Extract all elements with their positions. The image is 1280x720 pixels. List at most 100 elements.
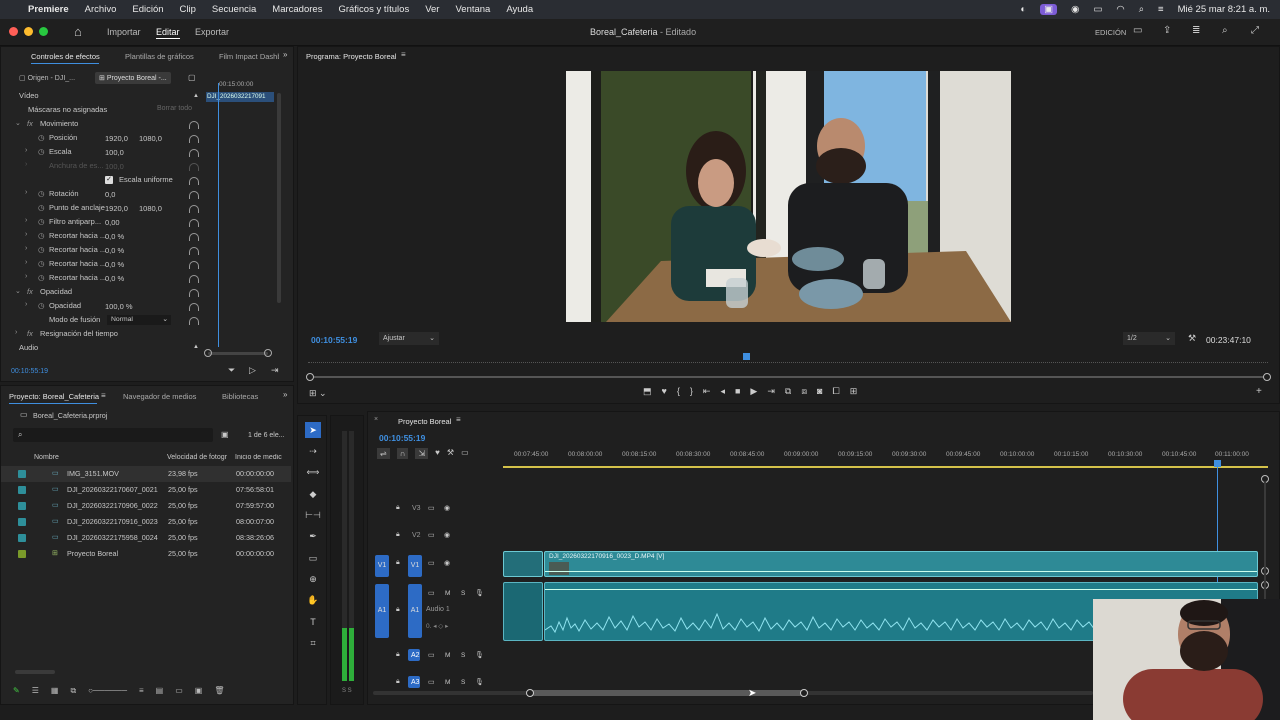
reset-scale-icon[interactable] [189, 149, 199, 157]
stopwatch-icon[interactable]: ◷ [38, 245, 45, 259]
menu-secuencia[interactable]: Secuencia [204, 4, 264, 15]
compare-icon[interactable]: ⧠ [832, 386, 839, 397]
sync-lock-icon[interactable]: ▭ [428, 531, 435, 539]
zoom-slider[interactable]: ○────── [88, 686, 127, 696]
fit-select[interactable]: Ajustar ⌄ [379, 332, 439, 345]
sync-lock-icon[interactable]: ▭ [428, 678, 435, 686]
selection-tool-icon[interactable]: ➤ [305, 422, 321, 438]
new-bin-icon[interactable]: ▭ [175, 686, 183, 696]
share-icon[interactable]: ⇪ [1163, 25, 1171, 36]
export-icon[interactable]: ⇥ [271, 365, 279, 376]
mark-out-icon[interactable]: } [690, 386, 693, 397]
flicker-chevron-icon[interactable]: › [25, 217, 27, 224]
reset-movement-icon[interactable] [189, 121, 199, 129]
sync-lock-icon[interactable]: ▭ [428, 559, 435, 567]
linked-selection-icon[interactable]: ⇲ [415, 448, 429, 459]
list-item[interactable]: ▭ DJI_20260322170916_0023 25,00 fps 08:0… [1, 514, 291, 530]
trash-icon[interactable]: 🗑 [214, 686, 224, 696]
timeline-timecode[interactable]: 00:10:55:19 [379, 433, 425, 443]
opacity-chevron-icon[interactable]: › [25, 301, 27, 308]
creative-cloud-icon[interactable]: ◐ [1020, 4, 1026, 15]
hscroll-handle-left[interactable] [526, 689, 534, 697]
rotation-chevron-icon[interactable]: › [25, 189, 27, 196]
program-title[interactable]: Programa: Proyecto Boreal [306, 52, 396, 61]
mark-in-icon[interactable]: { [677, 386, 680, 397]
mini-zoom-bar[interactable] [208, 352, 268, 355]
stopwatch-icon[interactable]: ◷ [38, 231, 45, 245]
audio-clip-prev[interactable] [503, 582, 543, 641]
monitor-display-icon[interactable]: ⊞ ⌄ [309, 388, 327, 399]
stopwatch-icon[interactable]: ◷ [38, 203, 45, 217]
eye-icon[interactable]: ◉ [444, 559, 450, 567]
menu-archivo[interactable]: Archivo [77, 4, 125, 15]
menu-marcadores[interactable]: Marcadores [264, 4, 330, 15]
mic-icon[interactable]: 🎙︎ [475, 651, 484, 659]
crop-chevron-icon[interactable]: › [25, 231, 27, 238]
scale-chevron-icon[interactable]: › [25, 147, 27, 154]
crop-chevron-icon[interactable]: › [25, 245, 27, 252]
reset-crop-icon[interactable] [189, 275, 199, 283]
list-item[interactable]: ▭ DJI_20260322175958_0024 25,00 fps 08:3… [1, 530, 291, 546]
go-to-out-icon[interactable]: ⇥ [767, 386, 775, 397]
sync-lock-icon[interactable]: ▭ [428, 651, 435, 659]
overwrite-icon[interactable]: ⧈ [801, 386, 807, 397]
sync-icon[interactable]: ◉ [1071, 4, 1079, 15]
search-icon[interactable]: ⌕ [1222, 25, 1228, 36]
timeline-settings-icon[interactable]: ⚒ [447, 448, 454, 459]
mini-zoom-handle[interactable] [264, 349, 272, 357]
reset-uniform-icon[interactable] [189, 177, 199, 185]
lock-icon[interactable]: 🔒︎ [396, 651, 400, 659]
progress-icon[interactable]: ≣ [1192, 25, 1200, 36]
column-name[interactable]: Nombre [34, 454, 59, 461]
solo-button[interactable]: S [461, 590, 465, 597]
reset-blend-icon[interactable] [189, 317, 199, 325]
position-x-value[interactable]: 1920,0 [105, 134, 128, 148]
sync-lock-icon[interactable]: ▭ [428, 589, 435, 597]
opacity-chevron-icon[interactable]: ⌄ [15, 287, 21, 295]
tab-editar[interactable]: Editar [156, 27, 180, 39]
zoom-tool-icon[interactable]: ⊕ [305, 571, 321, 587]
menu-ayuda[interactable]: Ayuda [498, 4, 541, 15]
scroll-up-icon[interactable]: ▲ [193, 93, 199, 99]
menu-ver[interactable]: Ver [417, 4, 447, 15]
stopwatch-icon[interactable]: ◷ [38, 147, 45, 161]
close-window-button[interactable] [9, 27, 18, 36]
eye-icon[interactable]: ◉ [444, 504, 450, 512]
insert-icon[interactable]: ⧉ [785, 386, 791, 397]
program-zoom-bar[interactable] [308, 376, 1268, 378]
list-item[interactable]: ▭ DJI_20260322170906_0022 25,00 fps 07:5… [1, 498, 291, 514]
column-start[interactable]: Inicio de medic [235, 454, 290, 461]
play-icon[interactable]: ▶ [750, 386, 757, 397]
column-fps[interactable]: Velocidad de fotogr [167, 454, 227, 461]
control-center-icon[interactable]: ≡ [1158, 4, 1164, 15]
icon-view-icon[interactable]: ▦ [51, 686, 59, 696]
scroll-up-icon[interactable]: ▲ [193, 344, 199, 350]
caption-icon[interactable]: ⌗ [305, 635, 321, 651]
reset-crop-icon[interactable] [189, 261, 199, 269]
type-icon[interactable]: T [305, 614, 321, 630]
rectangle-icon[interactable]: ▭ [305, 550, 321, 566]
pencil-icon[interactable]: ✎ [13, 686, 20, 696]
lift-icon[interactable]: ⬒ [643, 386, 652, 397]
bin-icon[interactable]: ▣ [221, 430, 229, 439]
crop-value[interactable]: 0,0 % [105, 274, 124, 288]
uniform-scale-checkbox[interactable]: ✓ [105, 176, 113, 184]
automate-icon[interactable]: ▤ [156, 686, 164, 696]
reset-position-icon[interactable] [189, 135, 199, 143]
menu-clip[interactable]: Clip [172, 4, 204, 15]
list-view-icon[interactable]: ☰ [32, 686, 39, 696]
menu-app[interactable]: Premiere [20, 4, 77, 15]
timeline-hscroll-thumb[interactable] [531, 690, 804, 696]
crop-value[interactable]: 0,0 % [105, 246, 124, 260]
stopwatch-icon[interactable]: ◷ [38, 259, 45, 273]
reset-opacity-icon[interactable] [189, 303, 199, 311]
screen-record-icon[interactable]: ▣ [1040, 4, 1058, 15]
fullscreen-icon[interactable]: ⤢ [1251, 25, 1259, 36]
timeline-playhead-head[interactable] [1214, 460, 1221, 467]
add-button-icon[interactable]: + [1256, 386, 1262, 397]
captions-icon[interactable]: ▭ [461, 448, 469, 459]
home-icon[interactable]: ⌂ [74, 24, 82, 39]
crop-value[interactable]: 0,0 % [105, 260, 124, 274]
remap-chevron-icon[interactable]: › [15, 329, 17, 336]
mute-button[interactable]: M [445, 679, 450, 686]
